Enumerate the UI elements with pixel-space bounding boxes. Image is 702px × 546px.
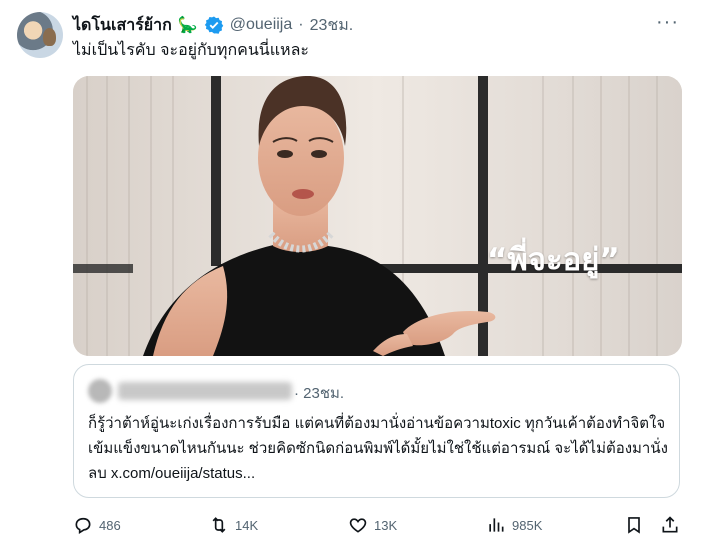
- dinosaur-emoji: 🦕: [177, 17, 198, 34]
- quoted-author-avatar-blurred: [88, 379, 112, 403]
- tweet-time[interactable]: 23ชม.: [310, 13, 354, 38]
- author-handle[interactable]: @oueiija: [230, 16, 293, 34]
- repost-icon: [212, 517, 226, 533]
- tweet-actions-bar: 486 14K 13K 985K: [73, 512, 685, 538]
- reply-icon: [75, 517, 91, 534]
- like-count: 13K: [374, 517, 398, 533]
- more-options-icon[interactable]: ···: [656, 11, 679, 34]
- share-icon: [662, 516, 678, 533]
- tweet-header: ไดโนเสาร์ย้าก 🦕 @oueiija · 23ชม.: [73, 13, 353, 37]
- quoted-tweet[interactable]: · 23ชม. ก็รู้ว่าต้าห์อู่นะเก่งเรื่องการร…: [73, 364, 680, 498]
- views-action[interactable]: 985K: [486, 512, 542, 538]
- share-action[interactable]: [660, 512, 680, 538]
- reply-count: 486: [99, 517, 121, 533]
- author-name[interactable]: ไดโนเสาร์ย้าก: [73, 13, 172, 38]
- separator-dot: ·: [298, 16, 304, 33]
- author-avatar[interactable]: [17, 12, 63, 58]
- tweet-media-image[interactable]: “พี่จะอยู่”: [73, 76, 682, 356]
- analytics-icon: [489, 518, 504, 532]
- quoted-tweet-text: ก็รู้ว่าต้าห์อู่นะเก่งเรื่องการรับมือ แต…: [88, 415, 668, 482]
- media-illustration: [73, 76, 682, 356]
- repost-action[interactable]: 14K: [209, 512, 258, 538]
- media-overlay-text: “พี่จะอยู่”: [487, 242, 620, 278]
- heart-icon: [349, 518, 367, 533]
- bookmark-action[interactable]: [624, 512, 644, 538]
- reply-action[interactable]: 486: [73, 512, 121, 538]
- quoted-author-name-blurred: [118, 382, 292, 400]
- tweet-text: ไม่เป็นไรคับ จะอยู่กับทุกคนนี่แหละ: [73, 42, 309, 59]
- views-count: 985K: [512, 517, 543, 533]
- like-action[interactable]: 13K: [348, 512, 397, 538]
- repost-count: 14K: [235, 517, 259, 533]
- verified-badge-icon: [204, 16, 223, 34]
- bookmark-icon: [628, 517, 640, 534]
- quoted-tweet-time: · 23ชม.: [294, 385, 345, 402]
